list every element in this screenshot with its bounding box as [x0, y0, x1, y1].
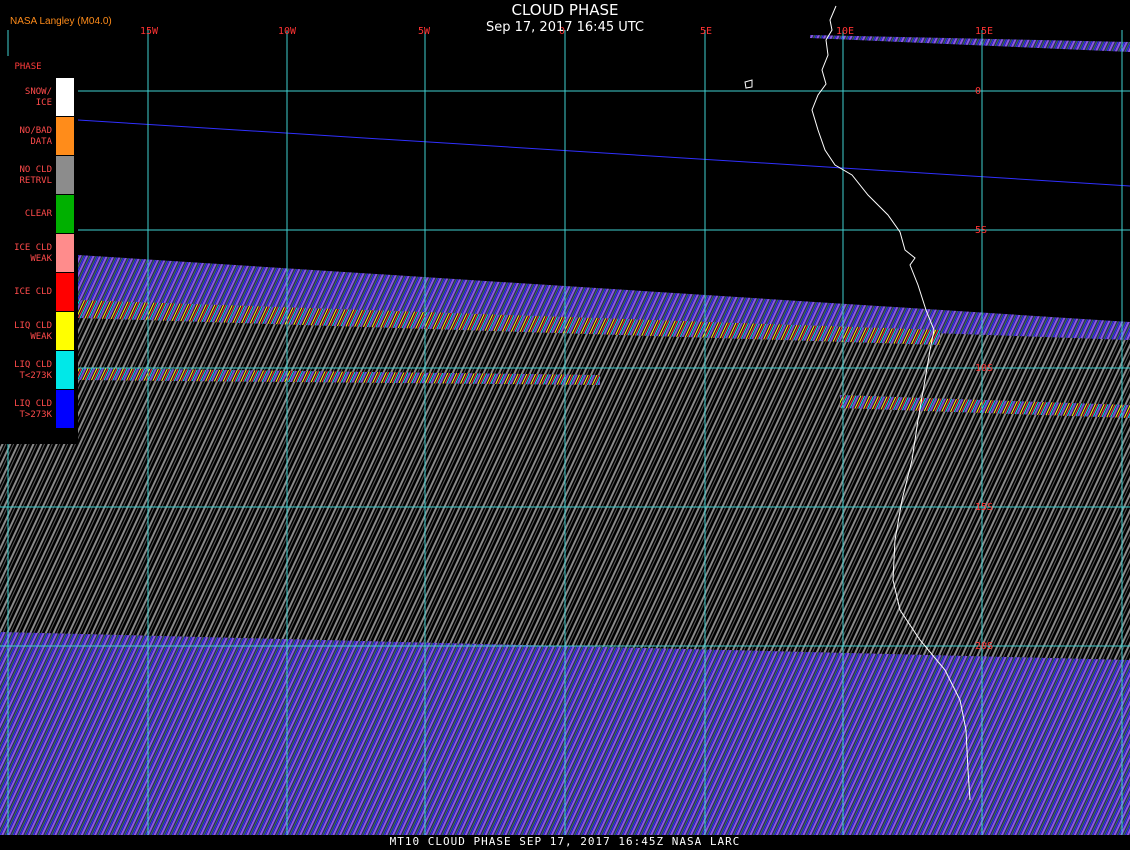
producer-label: NASA Langley (M04.0) [10, 16, 112, 27]
legend-swatch [56, 234, 74, 272]
legend-label: ICE CLD WEAK [14, 242, 52, 264]
legend-label: NO/BAD DATA [19, 125, 52, 147]
page-title: CLOUD PHASE [511, 1, 619, 19]
legend-swatch [56, 390, 74, 428]
lat-label: 5S [975, 225, 987, 236]
legend-swatch [56, 78, 74, 116]
legend-label: LIQ CLD T>273K [14, 398, 52, 420]
legend-label: LIQ CLD T<273K [14, 359, 52, 381]
scan-line [77, 119, 1130, 187]
swath-top-right [810, 35, 1130, 52]
phase-legend: PHASE SNOW/ ICE NO/BAD DATA NO CLD RETRVL C… [0, 56, 78, 444]
legend-label: SNOW/ ICE [24, 86, 52, 108]
legend-swatch [56, 351, 74, 389]
legend-swatch [56, 195, 74, 233]
legend-swatch [56, 117, 74, 155]
lat-label: 15S [975, 502, 993, 513]
island [744, 79, 753, 89]
satellite-map: 15W 10W 5W 0 5E 10E 15E 0 5S 10S 15S 20S [0, 5, 1130, 835]
footer-caption: MT10 CLOUD PHASE SEP 17, 2017 16:45Z NAS… [389, 835, 741, 848]
legend-swatch [56, 156, 74, 194]
timestamp: Sep 17, 2017 16:45 UTC [485, 20, 645, 35]
lat-label: 0 [975, 86, 981, 97]
legend-swatch [56, 273, 74, 311]
legend-label: CLEAR [24, 209, 52, 219]
lat-label: 10S [975, 363, 993, 374]
legend-label: ICE CLD [14, 287, 52, 297]
lat-label: 20S [975, 641, 993, 652]
legend-label: NO CLD RETRVL [19, 164, 52, 186]
legend-title: PHASE [14, 62, 42, 72]
legend-swatch [56, 312, 74, 350]
legend-label: LIQ CLD WEAK [14, 320, 52, 342]
